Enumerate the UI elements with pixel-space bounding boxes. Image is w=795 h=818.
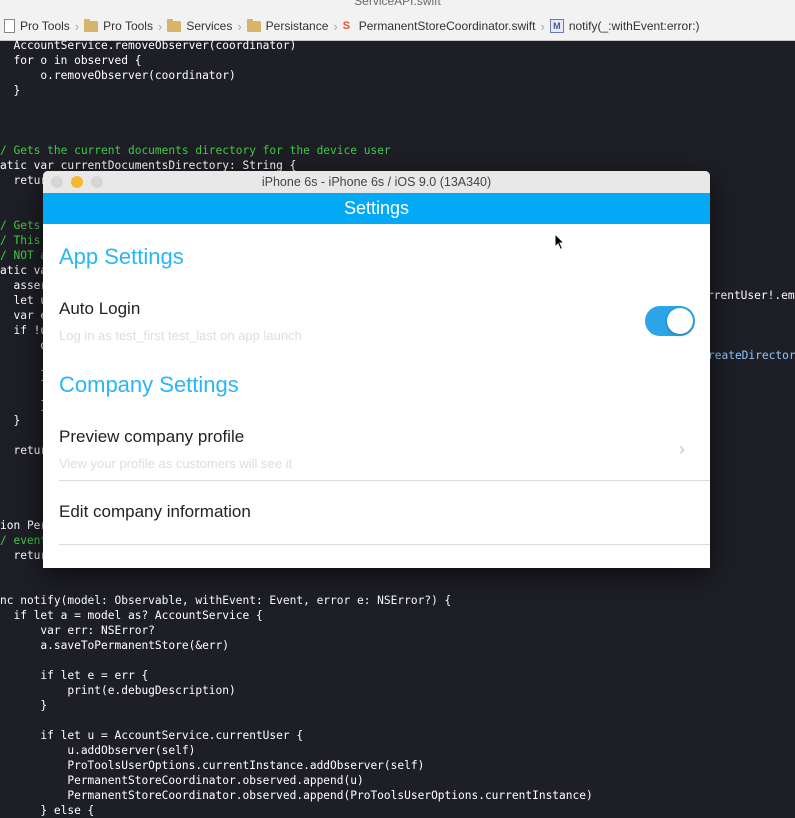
code-line: } <box>0 414 21 427</box>
code-line: } <box>0 369 48 382</box>
code-line: } else { <box>0 804 95 817</box>
code-line: u.addObserver(self) <box>0 744 196 757</box>
folder-icon <box>84 18 99 32</box>
mouse-cursor-icon <box>554 233 566 251</box>
code-line: ProToolsUserOptions.currentInstance.addO… <box>0 759 425 772</box>
row-divider <box>59 544 710 545</box>
code-line: } <box>0 399 48 412</box>
chevron-right-icon: › <box>679 439 685 459</box>
code-line: PermanentStoreCoordinator.observed.appen… <box>0 789 593 802</box>
section-header-company-settings: Company Settings <box>59 372 239 397</box>
swift-file-icon: S <box>342 20 351 32</box>
breadcrumb-method[interactable]: Mnotify(_:withEvent:error:) <box>546 19 704 33</box>
auto-login-toggle[interactable] <box>645 306 695 336</box>
code-line: if let a = model as? AccountService { <box>0 609 263 622</box>
code-line: AccountService.removeObserver(coordinato… <box>0 39 297 52</box>
nav-title: Settings <box>343 198 410 218</box>
code-line: ion Per <box>0 519 48 532</box>
folder-icon <box>246 18 261 32</box>
project-file-icon <box>4 19 15 33</box>
code-line: let u <box>0 294 48 307</box>
code-line: var e <box>0 309 48 322</box>
breadcrumb-project[interactable]: Pro Tools <box>0 19 74 33</box>
method-icon: M <box>549 19 564 33</box>
toggle-knob <box>667 308 693 334</box>
breadcrumb-file[interactable]: S PermanentStoreCoordinator.swift <box>339 19 540 33</box>
code-line: asser <box>0 279 48 292</box>
code-fragment: reateDirectory <box>708 349 795 362</box>
zoom-window-icon[interactable] <box>91 176 103 188</box>
row-title: Preview company profile <box>59 427 245 446</box>
breadcrumb-group-services[interactable]: Services <box>163 18 236 33</box>
code-line: PermanentStoreCoordinator.observed.appen… <box>0 774 364 787</box>
code-line: if let e = err { <box>0 669 149 682</box>
row-subtitle: Log in as test_first test_last on app la… <box>59 328 302 343</box>
chevron-right-icon: › <box>157 18 163 34</box>
simulator-title: iPhone 6s - iPhone 6s / iOS 9.0 (13A340) <box>261 175 492 189</box>
code-line: } <box>0 699 48 712</box>
simulator-title-bar[interactable]: iPhone 6s - iPhone 6s / iOS 9.0 (13A340) <box>43 171 710 194</box>
section-header-app-settings: App Settings <box>59 244 184 269</box>
code-line: / event <box>0 534 48 547</box>
code-line: for o in observed { <box>0 54 142 67</box>
close-window-icon[interactable] <box>51 176 63 188</box>
breadcrumb-group-persistance[interactable]: Persistance <box>243 18 333 33</box>
code-line: / NOT a <box>0 249 48 262</box>
code-line: retur <box>0 444 48 457</box>
code-line: retur <box>0 174 48 187</box>
code-line: / Gets the current documents directory f… <box>0 144 391 157</box>
breadcrumb-group-pro-tools[interactable]: Pro Tools <box>80 18 157 33</box>
code-line: / Gets <box>0 219 41 232</box>
jump-bar: Pro Tools › Pro Tools › Services › Persi… <box>0 13 704 39</box>
code-line: var err: NSError? <box>0 624 155 637</box>
code-line: retur <box>0 549 48 562</box>
xcode-top-bar: ServiceAPI.swift Pro Tools › Pro Tools ›… <box>0 0 795 41</box>
row-title: Auto Login <box>59 299 141 318</box>
code-line: / This <box>0 234 41 247</box>
folder-icon <box>167 18 182 32</box>
ios-simulator-window[interactable]: iPhone 6s - iPhone 6s / iOS 9.0 (13A340)… <box>43 171 710 568</box>
row-title: Edit company information <box>59 502 251 521</box>
chevron-right-icon: › <box>540 18 545 34</box>
code-line: o.removeObserver(coordinator) <box>0 69 236 82</box>
code-line: if let u = AccountService.currentUser { <box>0 729 304 742</box>
editor-tab-title[interactable]: ServiceAPI.swift <box>0 0 795 8</box>
minimize-window-icon[interactable] <box>71 176 83 188</box>
code-line: atic va <box>0 264 48 277</box>
code-line: if !u <box>0 324 48 337</box>
row-subtitle: View your profile as customers will see … <box>59 456 293 471</box>
code-line: a.saveToPermanentStore(&err) <box>0 639 230 652</box>
chevron-right-icon: › <box>333 18 338 34</box>
code-fragment: rrentUser!.ema <box>707 289 795 302</box>
chevron-right-icon: › <box>74 18 80 34</box>
code-line: print(e.debugDescription) <box>0 684 236 697</box>
chevron-right-icon: › <box>237 18 242 34</box>
code-line: d <box>0 339 48 352</box>
code-line: } <box>0 84 21 97</box>
nav-bar: Settings <box>43 193 710 224</box>
code-line: nc notify(model: Observable, withEvent: … <box>0 594 452 607</box>
row-divider <box>59 480 710 481</box>
